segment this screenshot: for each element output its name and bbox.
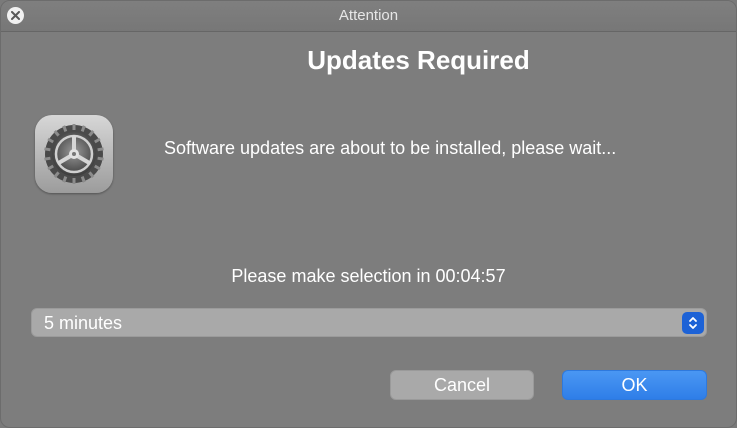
countdown-label: Please make selection in bbox=[231, 266, 431, 286]
title-bar: Attention bbox=[1, 1, 736, 32]
cancel-button[interactable]: Cancel bbox=[390, 370, 534, 400]
select-value: 5 minutes bbox=[44, 313, 123, 333]
select-arrows-icon bbox=[682, 312, 704, 334]
dialog-message: Software updates are about to be install… bbox=[164, 138, 617, 158]
window-title: Attention bbox=[338, 7, 399, 24]
ok-button[interactable]: OK bbox=[562, 370, 707, 400]
dialog-heading: Updates Required bbox=[307, 45, 530, 75]
deferral-select[interactable]: 5 minutes bbox=[31, 308, 707, 337]
countdown-text: Please make selection in 00:04:57 bbox=[1, 266, 736, 287]
countdown-timer: 00:04:57 bbox=[435, 266, 506, 286]
gear-icon bbox=[44, 124, 104, 184]
system-preferences-icon bbox=[35, 115, 113, 193]
dialog-window: Attention Updates Required Software upda… bbox=[0, 0, 737, 428]
